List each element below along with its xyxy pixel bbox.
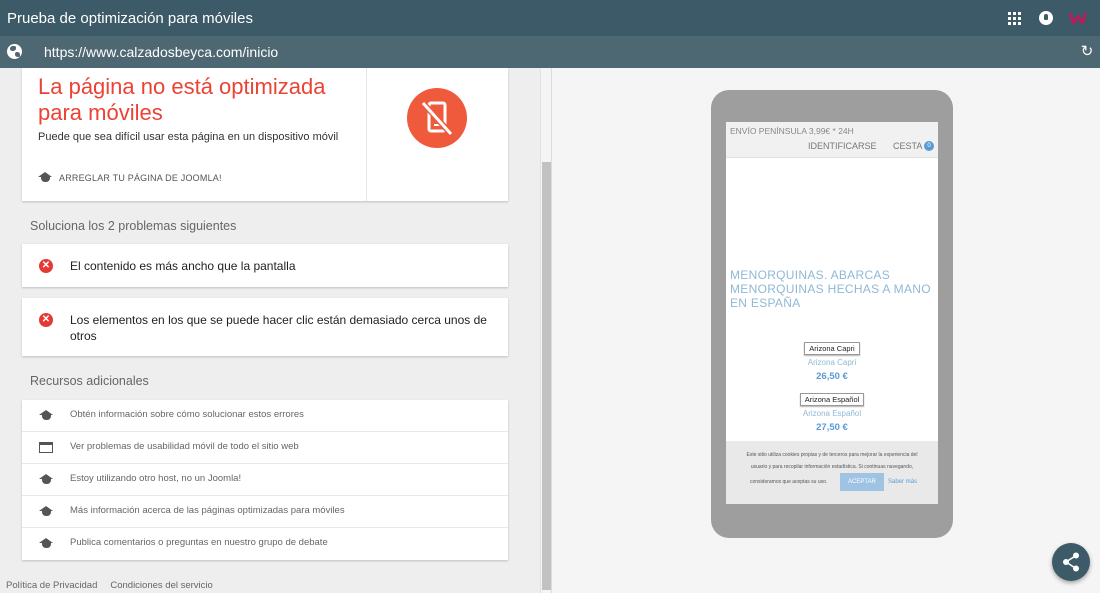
- cookie-banner: Este sitio utiliza cookies propias y de …: [726, 441, 938, 504]
- resource-link[interactable]: Obtén información sobre cómo solucionar …: [70, 409, 304, 420]
- site-product: Arizona Español Arizona Español 27,50 €: [726, 389, 938, 433]
- footer-links: Política de Privacidad Condiciones del s…: [6, 580, 226, 591]
- resource-item[interactable]: Estoy utilizando otro host, no un Joomla…: [22, 464, 508, 496]
- resource-item[interactable]: Publica comentarios o preguntas en nuest…: [22, 528, 508, 560]
- url-input[interactable]: https://www.calzadosbeyca.com/inicio: [44, 44, 278, 60]
- issue-text: El contenido es más ancho que la pantall…: [70, 259, 296, 273]
- issue-text: Los elementos en los que se puede hacer …: [70, 313, 487, 343]
- apps-grid-icon[interactable]: [1004, 8, 1024, 28]
- issues-heading: Soluciona los 2 problemas siguientes: [30, 219, 237, 233]
- fix-joomla-link-label: ARREGLAR TU PÁGINA DE JOOMLA!: [59, 172, 222, 183]
- header-icons: [1004, 0, 1100, 36]
- result-card: La página no está optimizada para móvile…: [22, 68, 508, 201]
- share-button[interactable]: [1052, 543, 1090, 581]
- resource-item[interactable]: Más información acerca de las páginas op…: [22, 496, 508, 528]
- cookie-text-line: Este sitio utiliza cookies propias y de …: [746, 452, 918, 458]
- product-name: Arizona Español: [802, 409, 862, 418]
- graduation-cap-icon: [38, 172, 53, 183]
- terms-link[interactable]: Condiciones del servicio: [110, 580, 212, 591]
- graduation-cap-icon: [39, 538, 54, 549]
- cookie-text-line: consideramos que aceptas su uso.: [750, 479, 828, 485]
- cookie-accept-button: ACEPTAR: [840, 473, 884, 491]
- results-panel: La página no está optimizada para móvile…: [0, 68, 540, 593]
- preview-panel: ENVÍO PENÍNSULA 3,99€ * 24H IDENTIFICARS…: [552, 68, 1100, 593]
- page-screenshot: ENVÍO PENÍNSULA 3,99€ * 24H IDENTIFICARS…: [726, 122, 938, 504]
- share-icon: [1063, 552, 1079, 572]
- result-subtitle: Puede que sea difícil usar esta página e…: [38, 131, 339, 143]
- privacy-link[interactable]: Política de Privacidad: [6, 580, 97, 591]
- issue-item[interactable]: ✕ Los elementos en los que se puede hace…: [22, 298, 508, 356]
- scrollbar-thumb[interactable]: [542, 162, 551, 590]
- app-title: Prueba de optimización para móviles: [7, 9, 253, 27]
- site-top-bar: ENVÍO PENÍNSULA 3,99€ * 24H IDENTIFICARS…: [726, 122, 938, 158]
- issue-item[interactable]: ✕ El contenido es más ancho que la panta…: [22, 244, 508, 287]
- cookie-more-link: Saber más: [888, 479, 918, 485]
- graduation-cap-icon: [39, 410, 54, 421]
- site-cart-link: CESTA: [893, 141, 923, 151]
- cookie-text-line: usuario y para recopilar información est…: [750, 464, 914, 470]
- resource-item[interactable]: Ver problemas de usabilidad móvil de tod…: [22, 432, 508, 464]
- resource-link[interactable]: Estoy utilizando otro host, no un Joomla…: [70, 473, 241, 484]
- site-hero-title: MENORQUINAS. ABARCAS MENORQUINAS HECHAS …: [730, 268, 931, 310]
- globe-icon: [7, 44, 22, 59]
- product-price: 26,50 €: [816, 371, 848, 382]
- resource-item[interactable]: Obtén información sobre cómo solucionar …: [22, 400, 508, 432]
- shipping-notice: ENVÍO PENÍNSULA 3,99€ * 24H: [730, 126, 854, 136]
- resources-heading: Recursos adicionales: [30, 374, 149, 388]
- url-bar: https://www.calzadosbeyca.com/inicio ↻: [0, 36, 1100, 68]
- extension-logo-icon[interactable]: [1068, 8, 1088, 28]
- results-scrollbar[interactable]: [540, 68, 552, 593]
- product-name: Arizona Capri: [807, 358, 857, 367]
- result-divider: [366, 68, 367, 201]
- product-image: Arizona Español: [799, 393, 865, 406]
- cookie-text: Este sitio utiliza cookies propias y de …: [732, 449, 932, 473]
- resource-link[interactable]: Más información acerca de las páginas op…: [70, 505, 345, 516]
- site-login-link: IDENTIFICARSE: [808, 141, 877, 151]
- product-price: 27,50 €: [816, 422, 848, 433]
- notifications-icon[interactable]: [1036, 8, 1056, 28]
- graduation-cap-icon: [39, 474, 54, 485]
- error-icon: ✕: [39, 313, 53, 327]
- resource-link[interactable]: Publica comentarios o preguntas en nuest…: [70, 537, 328, 548]
- resources-list: Obtén información sobre cómo solucionar …: [22, 400, 508, 560]
- phone-frame: ENVÍO PENÍNSULA 3,99€ * 24H IDENTIFICARS…: [711, 90, 953, 538]
- product-image: Arizona Capri: [804, 342, 860, 355]
- app-header: Prueba de optimización para móviles: [0, 0, 1100, 36]
- site-product: Arizona Capri Arizona Capri 26,50 €: [726, 338, 938, 382]
- not-mobile-friendly-icon: [407, 88, 467, 148]
- graduation-cap-icon: [39, 506, 54, 517]
- browser-window-icon: [39, 442, 53, 453]
- fix-joomla-link[interactable]: ARREGLAR TU PÁGINA DE JOOMLA!: [38, 172, 222, 183]
- error-icon: ✕: [39, 259, 53, 273]
- refresh-icon[interactable]: ↻: [1078, 43, 1096, 61]
- result-title: La página no está optimizada para móvile…: [38, 74, 326, 125]
- resource-link[interactable]: Ver problemas de usabilidad móvil de tod…: [70, 441, 299, 452]
- cart-count-badge: 0: [924, 141, 934, 151]
